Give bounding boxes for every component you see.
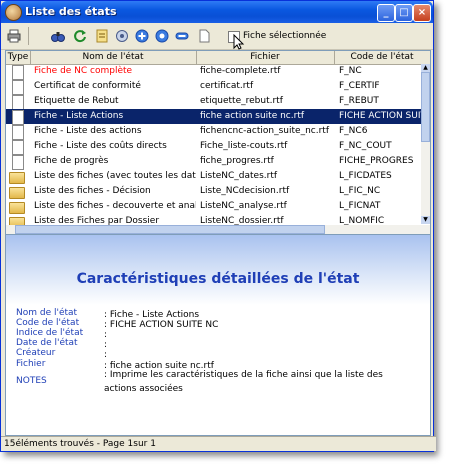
state-name-cell: Etiquette de Rebut [34, 96, 119, 106]
binoculars-icon[interactable] [51, 29, 65, 43]
file-cell: fiche-complete.rtf [200, 66, 281, 76]
title-bar[interactable]: Liste des états _ □ × [1, 1, 433, 23]
state-name-cell: Liste des fiches - Décision [34, 186, 151, 196]
detail-value: : Imprime les caractéristiques de la fic… [104, 370, 383, 394]
vertical-scrollbar[interactable]: ▲ ▼ [421, 64, 430, 224]
file-cell: ListeNC_analyse.rtf [200, 201, 287, 211]
code-cell: F_REBUT [339, 96, 379, 106]
detail-label: Nom de l'état [16, 308, 78, 318]
detail-label: Fichier [16, 359, 46, 369]
view-icon[interactable] [155, 29, 169, 43]
code-cell: L_FICNAT [339, 201, 381, 211]
settings-icon[interactable] [115, 29, 129, 43]
state-name-cell: Fiche - Liste des coûts directs [34, 141, 167, 151]
file-cell: ListeNC_dates.rtf [200, 171, 278, 181]
scroll-up-icon[interactable]: ▲ [421, 64, 430, 72]
file-cell: certificat.rtf [200, 81, 254, 91]
state-name-cell: Fiche - Liste Actions [34, 111, 124, 121]
code-cell: FICHE ACTION SUITE NC [339, 111, 421, 121]
code-cell: F_NC_COUT [339, 141, 392, 151]
detail-label: Créateur [16, 348, 56, 358]
vertical-scroll-thumb[interactable] [421, 72, 430, 142]
detail-title: Caractéristiques détaillées de l'état [76, 271, 360, 287]
table-row[interactable]: Fiche - Liste des actions fichencnc-actio… [6, 124, 421, 140]
scroll-down-icon[interactable]: ▼ [421, 216, 430, 224]
document-icon [12, 110, 24, 125]
file-cell: fiche_progres.rtf [200, 156, 274, 166]
code-cell: L_FICDATES [339, 171, 392, 181]
detail-label: Indice de l'état [16, 328, 84, 338]
document-icon [12, 155, 24, 170]
column-header-name[interactable]: Nom de l'état [30, 51, 197, 64]
folder-icon [9, 187, 25, 199]
document-icon [12, 80, 24, 95]
horizontal-scroll-thumb[interactable] [15, 225, 325, 234]
detail-label: Date de l'état [16, 338, 78, 348]
table-row[interactable]: Fiche de progrès fiche_progres.rtf FICHE_P… [6, 154, 421, 170]
toolbar-separator [28, 27, 29, 45]
horizontal-scrollbar[interactable] [6, 225, 430, 234]
document-icon [12, 95, 24, 110]
state-name-cell: Fiche de NC complète [34, 66, 133, 76]
document-icon [12, 125, 24, 140]
detail-label: NOTES [16, 376, 47, 386]
file-cell: fiche action suite nc.rtf [200, 111, 305, 121]
table-row[interactable]: Certificat de conformité certificat.rtf F_… [6, 79, 421, 95]
mouse-cursor-icon [233, 34, 245, 50]
edit-document-icon[interactable] [95, 29, 109, 43]
states-list-window: Liste des états _ □ × Fiche sélectionnée… [0, 0, 436, 452]
table-row[interactable]: Etiquette de Rebut etiquette_rebut.rtf F_R… [6, 94, 421, 110]
printer-icon[interactable] [7, 29, 21, 43]
maximize-button[interactable]: □ [395, 4, 413, 22]
states-table: Type Nom de l'état Fichier Code de l'éta… [5, 50, 431, 235]
code-cell: F_NC6 [339, 126, 368, 136]
table-row[interactable]: Liste des fiches (avec toutes les dates)… [6, 169, 421, 184]
file-cell: Liste_NCdecision.rtf [200, 186, 290, 196]
detail-label: Code de l'état [16, 318, 80, 328]
table-header: Type Nom de l'état Fichier Code de l'éta… [6, 51, 430, 65]
table-row[interactable]: Liste des fiches - decouverte et analyse… [6, 199, 421, 214]
window-title: Liste des états [25, 5, 117, 18]
state-name-cell: Fiche de progrès [34, 156, 109, 166]
file-cell: Fiche_liste-couts.rtf [200, 141, 288, 151]
column-header-type[interactable]: Type [6, 51, 31, 64]
state-name-cell: Liste des fiches - decouverte et analyse [34, 201, 196, 211]
detail-panel: Caractéristiques détaillées de l'état No… [5, 234, 431, 436]
file-cell: etiquette_rebut.rtf [200, 96, 283, 106]
folder-icon [9, 202, 25, 214]
toolbar: Fiche sélectionnée [1, 23, 433, 50]
state-name-cell: Fiche - Liste des actions [34, 126, 142, 136]
folder-icon [9, 172, 25, 184]
document-icon [12, 140, 24, 155]
selected-sheet-label: Fiche sélectionnée [243, 31, 327, 41]
table-row[interactable]: Liste des fiches - Décision Liste_NCdecis… [6, 184, 421, 199]
file-cell: fichencnc-action_suite_nc.rtf [200, 126, 329, 136]
code-cell: FICHE_PROGRES [339, 156, 414, 166]
table-row[interactable]: Fiche de NC complète fiche-complete.rtf F_… [6, 64, 421, 80]
minimize-button[interactable]: _ [377, 4, 395, 22]
code-cell: L_FIC_NC [339, 186, 381, 196]
column-header-code[interactable]: Code de l'état [334, 51, 430, 64]
column-header-file[interactable]: Fichier [196, 51, 335, 64]
add-icon[interactable] [135, 29, 149, 43]
status-bar: 15éléments trouvés - Page 1sur 1 [1, 436, 436, 451]
app-icon [5, 4, 22, 21]
blank-document-icon[interactable] [197, 29, 211, 43]
refresh-icon[interactable] [73, 29, 87, 43]
close-button[interactable]: × [413, 4, 431, 22]
code-cell: F_NC [339, 66, 362, 76]
table-row[interactable]: Fiche - Liste Actions fiche action suite … [6, 109, 421, 125]
document-icon [12, 65, 24, 80]
remove-icon[interactable] [175, 29, 189, 43]
state-name-cell: Liste des fiches (avec toutes les dates) [34, 171, 196, 181]
state-name-cell: Certificat de conformité [34, 81, 141, 91]
code-cell: F_CERTIF [339, 81, 380, 91]
table-row[interactable]: Fiche - Liste des coûts directs Fiche_lis… [6, 139, 421, 155]
